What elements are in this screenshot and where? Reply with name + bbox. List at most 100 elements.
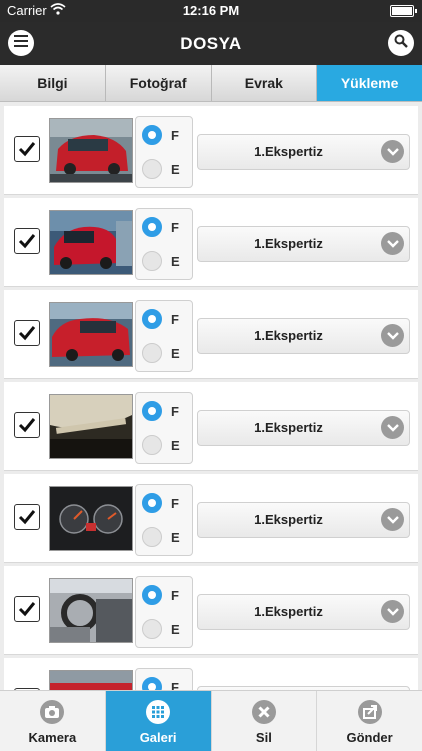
radio-indicator [142,159,162,179]
radio-f-label: F [171,403,179,419]
radio-f[interactable]: F [142,307,188,331]
chevron-down-icon [381,508,404,531]
radio-e-label: E [171,437,180,453]
list-item: F E 1.Ekspertiz [4,290,418,379]
share-icon [357,699,383,725]
chevron-down-icon [381,232,404,255]
radio-f[interactable]: F [142,399,188,423]
checkmark-icon [18,510,36,525]
radio-indicator [142,527,162,547]
radio-indicator [142,619,162,639]
checkmark-icon [18,418,36,433]
photo-thumbnail[interactable] [49,670,133,690]
bottom-toolbar: Kamera Galeri Sil Gönder [0,690,422,751]
search-icon [394,34,408,53]
list-item: F E 1.Ekspertiz [4,106,418,195]
radio-group: F E [135,668,193,690]
checkbox[interactable] [14,412,40,438]
chevron-down-icon [381,416,404,439]
photo-thumbnail[interactable] [49,486,133,551]
radio-f[interactable]: F [142,675,188,690]
photo-thumbnail[interactable] [49,210,133,275]
photo-thumbnail[interactable] [49,578,133,643]
photo-thumbnail[interactable] [49,394,133,459]
radio-e-label: E [171,529,180,545]
radio-f-label: F [171,587,179,603]
radio-e[interactable]: E [142,433,188,457]
radio-indicator [142,343,162,363]
radio-group: F E [135,208,193,280]
radio-f-label: F [171,127,179,143]
radio-indicator [142,251,162,271]
radio-e-label: E [171,253,180,269]
status-time: 12:16 PM [182,3,240,18]
radio-group: F E [135,116,193,188]
radio-selected-indicator [142,401,162,421]
gallery-button[interactable]: Galeri [105,691,212,751]
tab-fotograf[interactable]: Fotoğraf [105,65,212,101]
gallery-label: Galeri [139,730,177,745]
radio-f[interactable]: F [142,583,188,607]
radio-group: F E [135,576,193,648]
tab-evrak[interactable]: Evrak [211,65,318,101]
checkbox[interactable] [14,136,40,162]
tab-bilgi[interactable]: Bilgi [0,65,106,101]
radio-e-label: E [171,161,180,177]
checkmark-icon [18,142,36,157]
radio-f[interactable]: F [142,491,188,515]
category-select[interactable]: 1.Ekspertiz [197,594,410,630]
nav-bar: DOSYA [0,22,422,65]
photo-thumbnail[interactable] [49,118,133,183]
delete-button[interactable]: Sil [212,691,318,751]
checkbox[interactable] [14,504,40,530]
radio-f-label: F [171,495,179,511]
category-select[interactable]: 1.Ekspertiz [197,410,410,446]
battery-icon [390,5,417,17]
checkbox[interactable] [14,228,40,254]
radio-group: F E [135,392,193,464]
select-value: 1.Ekspertiz [254,604,323,619]
search-button[interactable] [388,30,414,56]
category-select[interactable]: 1.Ekspertiz [197,318,410,354]
radio-indicator [142,435,162,455]
category-select[interactable]: 1.Ekspertiz [197,502,410,538]
status-bar: Carrier 12:16 PM [0,0,422,22]
checkbox[interactable] [14,320,40,346]
checkmark-icon [18,326,36,341]
list-item: F E [4,658,418,690]
radio-e[interactable]: E [142,525,188,549]
tab-yukleme[interactable]: Yükleme [317,65,422,101]
select-value: 1.Ekspertiz [254,420,323,435]
select-value: 1.Ekspertiz [254,512,323,527]
radio-e[interactable]: E [142,249,188,273]
radio-e[interactable]: E [142,157,188,181]
radio-e[interactable]: E [142,341,188,365]
radio-selected-indicator [142,677,162,690]
checkmark-icon [18,602,36,617]
camera-button[interactable]: Kamera [0,691,106,751]
chevron-down-icon [381,600,404,623]
radio-f-label: F [171,219,179,235]
send-button[interactable]: Gönder [317,691,422,751]
radio-f[interactable]: F [142,215,188,239]
radio-f[interactable]: F [142,123,188,147]
radio-e-label: E [171,621,180,637]
radio-selected-indicator [142,125,162,145]
list-item: F E 1.Ekspertiz [4,198,418,287]
radio-f-label: F [171,311,179,327]
radio-e-label: E [171,345,180,361]
page-title: DOSYA [180,34,242,53]
category-select[interactable]: 1.Ekspertiz [197,134,410,170]
chevron-down-icon [381,324,404,347]
category-select[interactable]: 1.Ekspertiz [197,226,410,262]
radio-selected-indicator [142,309,162,329]
radio-selected-indicator [142,493,162,513]
checkbox[interactable] [14,596,40,622]
upload-list[interactable]: F E 1.Ekspertiz F E 1.Ekspertiz F E 1.Ek… [0,102,422,690]
list-item: F E 1.Ekspertiz [4,566,418,655]
photo-thumbnail[interactable] [49,302,133,367]
close-icon [251,699,277,725]
radio-e[interactable]: E [142,617,188,641]
grid-icon [145,699,171,725]
radio-selected-indicator [142,217,162,237]
